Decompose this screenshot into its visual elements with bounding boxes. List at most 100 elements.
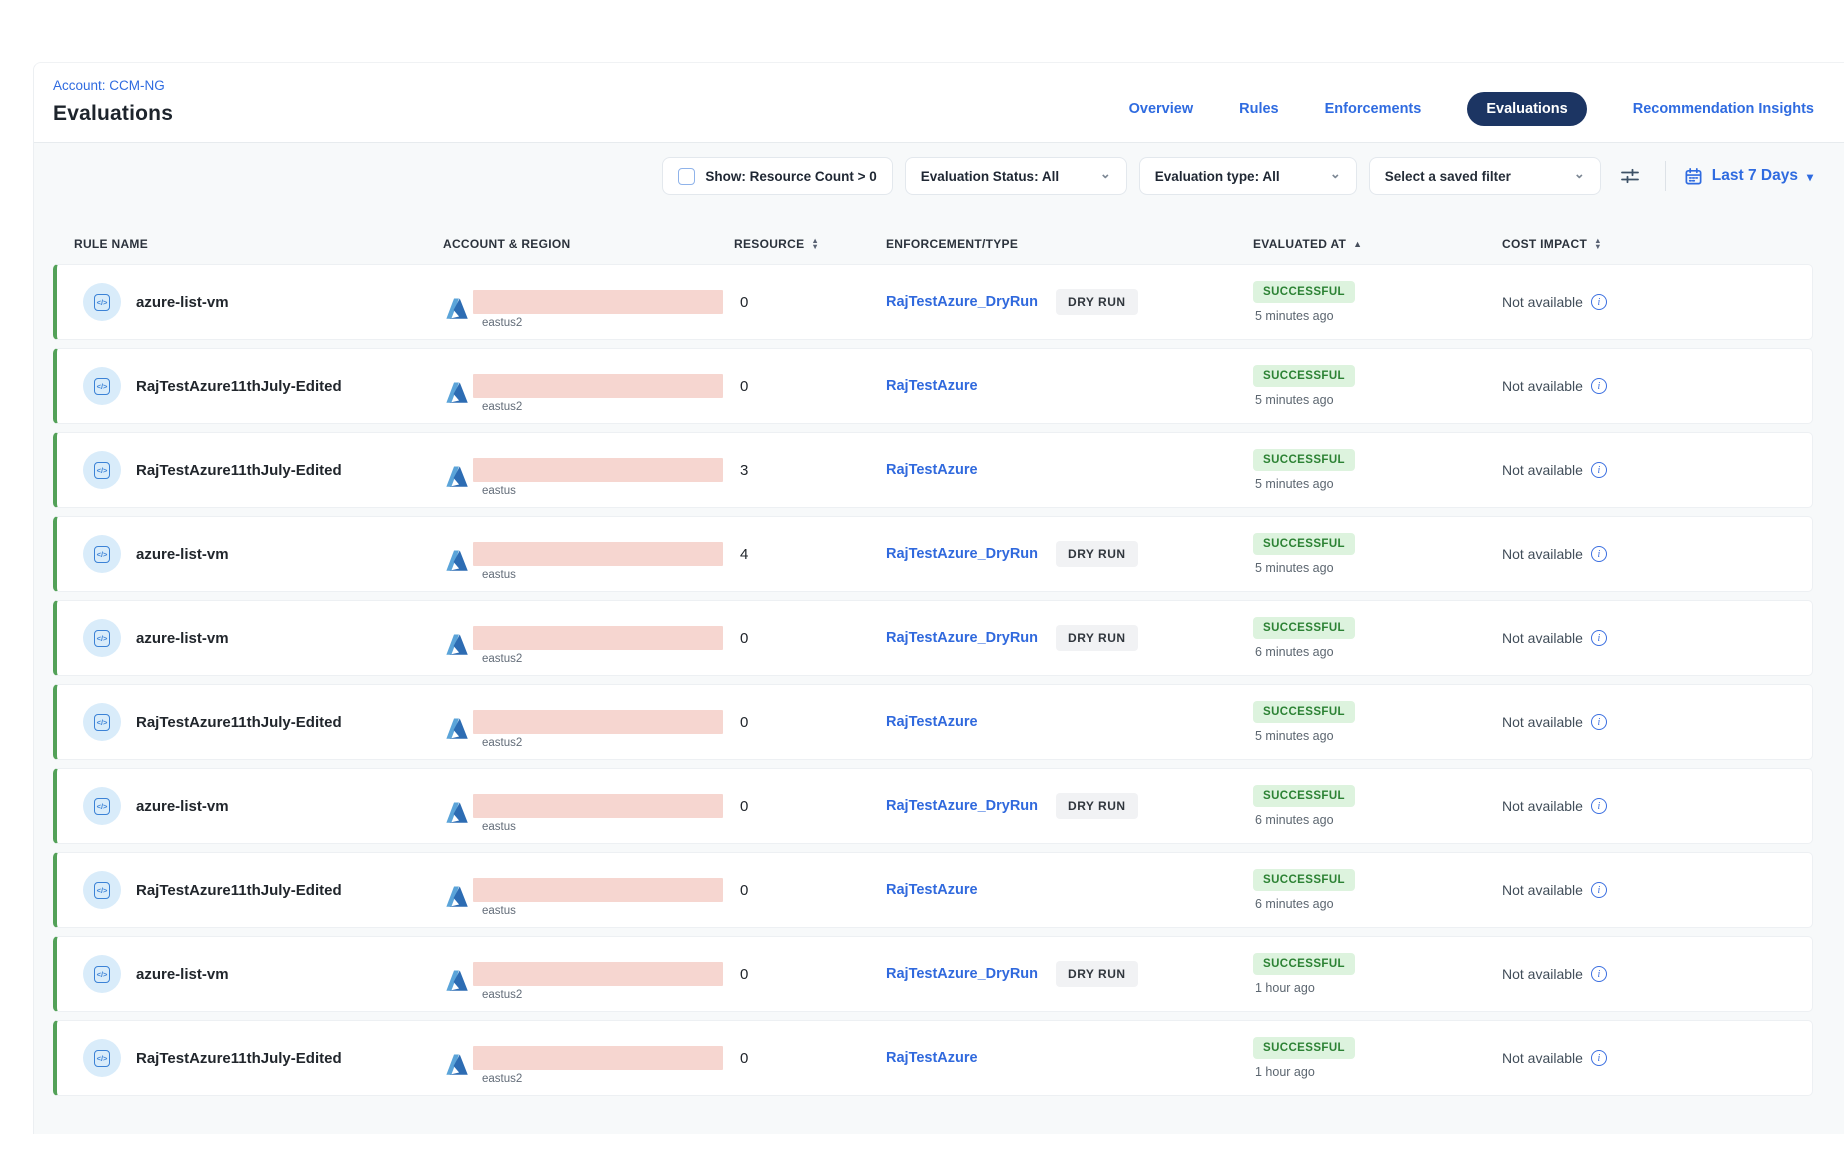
tab-recommendation-insights[interactable]: Recommendation Insights: [1633, 101, 1814, 117]
azure-icon: [443, 800, 470, 827]
account-cell: eastus2: [473, 710, 723, 749]
evaluation-row[interactable]: </> RajTestAzure11thJuly-Edited eastus 0…: [53, 852, 1813, 928]
resource-count: 0: [740, 378, 748, 395]
column-label: RESOURCE: [734, 237, 804, 251]
enforcement-link[interactable]: RajTestAzure_DryRun: [886, 798, 1038, 814]
enforcement-link[interactable]: RajTestAzure: [886, 714, 978, 730]
enforcement-link[interactable]: RajTestAzure: [886, 378, 978, 394]
calendar-icon: [1684, 167, 1703, 186]
enforcement-link[interactable]: RajTestAzure_DryRun: [886, 630, 1038, 646]
rule-name: azure-list-vm: [136, 294, 229, 311]
info-icon[interactable]: i: [1591, 546, 1607, 562]
azure-icon: [443, 296, 470, 323]
evaluation-row[interactable]: </> azure-list-vm eastus2 0 RajTestAzure…: [53, 264, 1813, 340]
account-cell: eastus2: [473, 1046, 723, 1085]
sort-icon[interactable]: ▲▼: [811, 238, 819, 250]
column-label: RULE NAME: [74, 237, 148, 251]
resource-count: 4: [740, 546, 748, 563]
account-breadcrumb[interactable]: Account: CCM-NG: [53, 78, 165, 93]
evaluation-type-dropdown[interactable]: Evaluation type: All ⌄: [1139, 157, 1357, 195]
cost-impact-value: Not available: [1502, 1050, 1583, 1066]
evaluation-row[interactable]: </> RajTestAzure11thJuly-Edited eastus 3…: [53, 432, 1813, 508]
info-icon[interactable]: i: [1591, 462, 1607, 478]
enforcement-link[interactable]: RajTestAzure_DryRun: [886, 294, 1038, 310]
divider: [1665, 161, 1666, 191]
region-label: eastus: [482, 485, 723, 497]
rule-name: azure-list-vm: [136, 966, 229, 983]
region-label: eastus2: [482, 401, 723, 413]
resource-count-checkbox[interactable]: [678, 168, 695, 185]
status-badge: SUCCESSFUL: [1253, 869, 1355, 891]
tab-rules[interactable]: Rules: [1239, 101, 1279, 117]
info-icon[interactable]: i: [1591, 630, 1607, 646]
redacted-account-name: [473, 458, 723, 482]
info-icon[interactable]: i: [1591, 966, 1607, 982]
info-icon[interactable]: i: [1591, 882, 1607, 898]
evaluation-row[interactable]: </> RajTestAzure11thJuly-Edited eastus2 …: [53, 1020, 1813, 1096]
sort-asc-icon[interactable]: ▲: [1353, 239, 1362, 249]
region-label: eastus: [482, 905, 723, 917]
enforcement-link[interactable]: RajTestAzure: [886, 462, 978, 478]
evaluation-status-dropdown[interactable]: Evaluation Status: All ⌄: [905, 157, 1127, 195]
status-badge: SUCCESSFUL: [1253, 1037, 1355, 1059]
enforcement-link[interactable]: RajTestAzure_DryRun: [886, 546, 1038, 562]
azure-icon: [443, 380, 470, 407]
status-badge: SUCCESSFUL: [1253, 365, 1355, 387]
evaluation-row[interactable]: </> azure-list-vm eastus 0 RajTestAzure_…: [53, 768, 1813, 844]
azure-icon: [443, 1052, 470, 1079]
column-header-cost-impact[interactable]: COST IMPACT ▲▼: [1499, 237, 1813, 251]
sort-icon[interactable]: ▲▼: [1594, 238, 1602, 250]
date-range-button[interactable]: Last 7 Days ▾: [1684, 167, 1813, 186]
evaluated-time: 1 hour ago: [1255, 1065, 1315, 1079]
filter-settings-button[interactable]: [1613, 161, 1647, 191]
tab-enforcements[interactable]: Enforcements: [1325, 101, 1422, 117]
tab-evaluations[interactable]: Evaluations: [1467, 92, 1586, 126]
enforcement-link[interactable]: RajTestAzure_DryRun: [886, 966, 1038, 982]
status-badge: SUCCESSFUL: [1253, 449, 1355, 471]
rule-code-icon: </>: [83, 703, 121, 741]
column-header-resource[interactable]: RESOURCE ▲▼: [733, 237, 886, 251]
status-badge: SUCCESSFUL: [1253, 701, 1355, 723]
evaluated-time: 6 minutes ago: [1255, 897, 1334, 911]
column-label: ACCOUNT & REGION: [443, 237, 570, 251]
account-cell: eastus2: [473, 290, 723, 329]
rule-name: azure-list-vm: [136, 798, 229, 815]
cost-impact-value: Not available: [1502, 630, 1583, 646]
column-header-account-region: ACCOUNT & REGION: [443, 237, 733, 251]
rule-code-icon: </>: [83, 283, 121, 321]
account-cell: eastus2: [473, 374, 723, 413]
rule-name: RajTestAzure11thJuly-Edited: [136, 1050, 342, 1067]
evaluation-row[interactable]: </> RajTestAzure11thJuly-Edited eastus2 …: [53, 684, 1813, 760]
status-badge: SUCCESSFUL: [1253, 533, 1355, 555]
evaluation-row[interactable]: </> RajTestAzure11thJuly-Edited eastus2 …: [53, 348, 1813, 424]
info-icon[interactable]: i: [1591, 378, 1607, 394]
status-badge: SUCCESSFUL: [1253, 281, 1355, 303]
resource-count: 0: [740, 882, 748, 899]
table-body: </> azure-list-vm eastus2 0 RajTestAzure…: [53, 264, 1813, 1096]
redacted-account-name: [473, 962, 723, 986]
status-badge: SUCCESSFUL: [1253, 785, 1355, 807]
tab-overview[interactable]: Overview: [1129, 101, 1194, 117]
page-title: Evaluations: [53, 102, 173, 126]
enforcement-link[interactable]: RajTestAzure: [886, 1050, 978, 1066]
column-label: COST IMPACT: [1502, 237, 1587, 251]
rule-name: azure-list-vm: [136, 630, 229, 647]
rule-code-icon: </>: [83, 871, 121, 909]
cost-impact-value: Not available: [1502, 546, 1583, 562]
evaluation-row[interactable]: </> azure-list-vm eastus 4 RajTestAzure_…: [53, 516, 1813, 592]
info-icon[interactable]: i: [1591, 1050, 1607, 1066]
evaluation-row[interactable]: </> azure-list-vm eastus2 0 RajTestAzure…: [53, 936, 1813, 1012]
saved-filter-dropdown[interactable]: Select a saved filter ⌄: [1369, 157, 1601, 195]
info-icon[interactable]: i: [1591, 294, 1607, 310]
info-icon[interactable]: i: [1591, 798, 1607, 814]
info-icon[interactable]: i: [1591, 714, 1607, 730]
evaluation-row[interactable]: </> azure-list-vm eastus2 0 RajTestAzure…: [53, 600, 1813, 676]
enforcement-link[interactable]: RajTestAzure: [886, 882, 978, 898]
resource-count: 0: [740, 966, 748, 983]
resource-count-filter[interactable]: Show: Resource Count > 0: [662, 157, 892, 195]
resource-count: 0: [740, 798, 748, 815]
evaluated-time: 5 minutes ago: [1255, 393, 1334, 407]
column-header-evaluated-at[interactable]: EVALUATED AT▲: [1249, 237, 1499, 251]
dry-run-badge: DRY RUN: [1056, 961, 1138, 987]
resource-count-label: Show: Resource Count > 0: [705, 169, 876, 184]
